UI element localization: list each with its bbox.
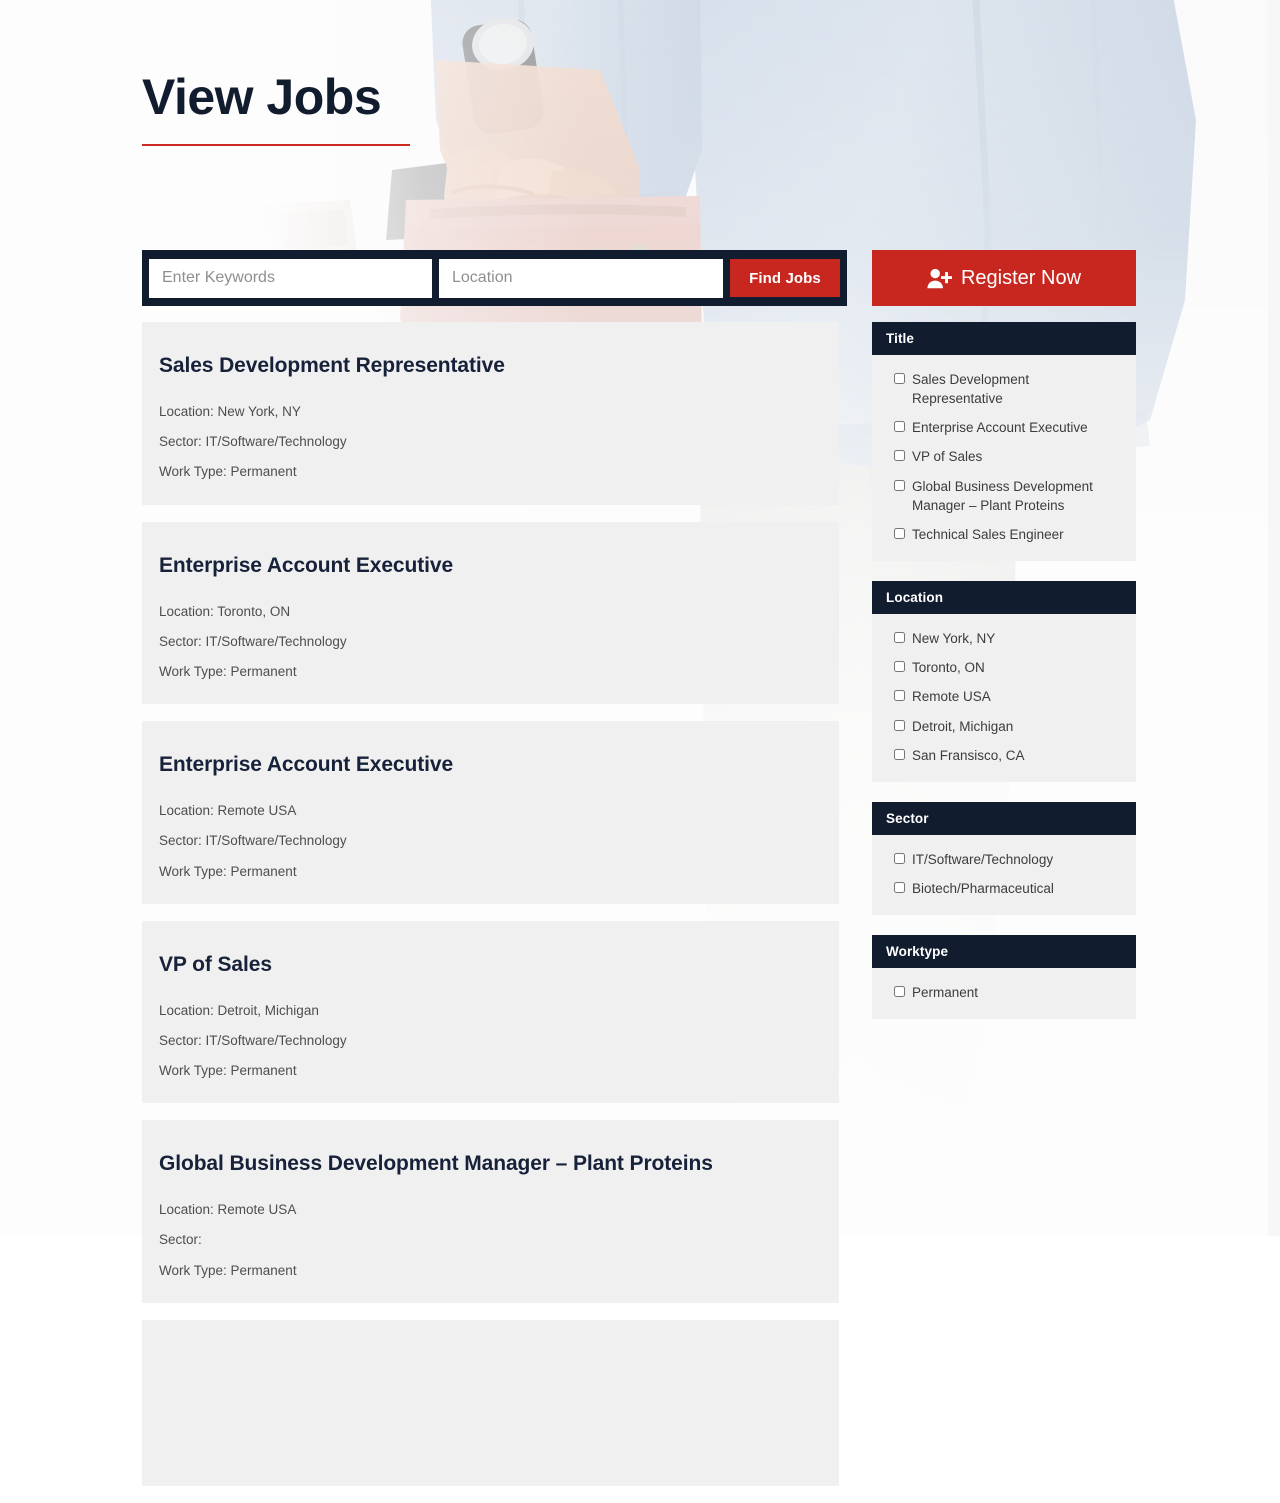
job-card[interactable]: VP of Sales Location: Detroit, Michigan Se…	[142, 920, 839, 1104]
job-card[interactable]	[142, 1319, 839, 1486]
filter-option-row[interactable]: Enterprise Account Executive	[882, 413, 1126, 442]
job-title-link[interactable]: Enterprise Account Executive	[159, 753, 822, 777]
job-card[interactable]: Enterprise Account Executive Location: To…	[142, 521, 839, 705]
filter-checkbox[interactable]	[894, 450, 905, 462]
filter-option-label: Enterprise Account Executive	[912, 420, 1088, 436]
filter-checkbox[interactable]	[894, 479, 905, 491]
filter-checkbox[interactable]	[894, 882, 905, 894]
job-title-link[interactable]: Sales Development Representative	[159, 354, 822, 378]
filter-group: Location New York, NY Toronto, ON Remote US…	[872, 581, 1136, 782]
job-card[interactable]: Enterprise Account Executive Location: Re…	[142, 721, 839, 904]
register-now-label: Register Now	[960, 266, 1082, 289]
filter-option-label: Global Business Development Manager – Pl…	[912, 478, 1093, 513]
filter-group: Worktype Permanent	[872, 935, 1136, 1020]
job-card[interactable]: Sales Development Representative Location…	[142, 322, 839, 505]
location-input[interactable]	[439, 258, 723, 298]
job-worktype: Work Type: Permanent	[159, 1262, 297, 1278]
job-worktype: Work Type: Permanent	[159, 464, 297, 480]
filter-option-row[interactable]: Sales Development Representative	[882, 365, 1126, 413]
job-worktype: Work Type: Permanent	[159, 863, 297, 879]
job-title-link[interactable]: Enterprise Account Executive	[159, 554, 822, 578]
job-location: Location: New York, NY	[159, 404, 301, 419]
filter-option-label: San Fransisco, CA	[912, 747, 1025, 763]
filter-checkbox[interactable]	[894, 527, 905, 539]
filter-option-row[interactable]: IT/Software/Technology	[882, 845, 1126, 874]
filter-option-row[interactable]: New York, NY	[882, 624, 1126, 653]
job-sector: Sector: IT/Software/Technology	[159, 633, 347, 649]
job-sector: Sector: IT/Software/Technology	[159, 833, 347, 849]
filter-checkbox[interactable]	[894, 632, 905, 644]
filter-checkbox[interactable]	[894, 719, 905, 731]
filter-option-label: VP of Sales	[912, 449, 983, 465]
filter-option-label: Toronto, ON	[912, 660, 985, 676]
filter-checkbox[interactable]	[894, 986, 905, 998]
filter-option-row[interactable]: Permanent	[882, 978, 1126, 1007]
job-results-list: Sales Development Representative Location…	[142, 322, 839, 1503]
filter-group: Sector IT/Software/Technology Biotech/Phar…	[872, 801, 1136, 916]
filter-option-label: New York, NY	[912, 631, 996, 647]
job-location: Location: Detroit, Michigan	[159, 1002, 319, 1018]
filters-sidebar: Title Sales Development Representative Ent…	[872, 322, 1136, 1039]
filter-group-body: New York, NY Toronto, ON Remote USA Detroit…	[872, 614, 1136, 782]
filter-option-label: IT/Software/Technology	[912, 851, 1054, 867]
job-search-bar: Find Jobs	[142, 250, 847, 306]
filter-checkbox[interactable]	[894, 690, 905, 702]
filter-option-row[interactable]: Biotech/Pharmaceutical	[882, 874, 1126, 903]
filter-checkbox[interactable]	[894, 373, 905, 384]
filter-option-row[interactable]: Global Business Development Manager – Pl…	[882, 472, 1126, 520]
filter-option-label: Technical Sales Engineer	[912, 526, 1064, 542]
page-header: View Jobs	[142, 72, 410, 146]
filter-group-heading: Worktype	[872, 935, 1136, 969]
filter-group-heading: Sector	[872, 801, 1136, 835]
job-location: Location: Remote USA	[159, 1202, 297, 1218]
filter-option-label: Biotech/Pharmaceutical	[912, 881, 1054, 897]
job-location: Location: Remote USA	[159, 803, 297, 819]
filter-option-label: Detroit, Michigan	[912, 718, 1014, 734]
filter-option-row[interactable]: Toronto, ON	[882, 653, 1126, 682]
job-sector: Sector: IT/Software/Technology	[159, 1032, 347, 1048]
filter-group: Title Sales Development Representative Ent…	[872, 322, 1136, 562]
filter-checkbox[interactable]	[894, 661, 905, 673]
filter-checkbox[interactable]	[894, 748, 905, 760]
filter-group-body: Permanent	[872, 968, 1136, 1020]
page-root: View Jobs Find Jobs Register Now Sales D…	[0, 0, 1280, 1486]
job-title-link[interactable]: VP of Sales	[159, 953, 822, 977]
job-sector: Sector: IT/Software/Technology	[159, 434, 347, 450]
filter-group-body: IT/Software/Technology Biotech/Pharmaceut…	[872, 834, 1136, 916]
find-jobs-button[interactable]: Find Jobs	[730, 259, 840, 297]
filter-option-label: Sales Development Representative	[912, 372, 1030, 407]
filter-group-body: Sales Development Representative Enterpri…	[872, 355, 1136, 562]
filter-option-label: Permanent	[912, 985, 979, 1001]
job-card[interactable]: Global Business Development Manager – Pl…	[142, 1120, 839, 1303]
filter-group-heading: Title	[872, 322, 1136, 355]
keywords-input[interactable]	[149, 258, 432, 298]
filter-option-row[interactable]: Technical Sales Engineer	[882, 520, 1126, 549]
filter-checkbox[interactable]	[894, 421, 905, 433]
filter-option-row[interactable]: Remote USA	[882, 682, 1126, 711]
filter-option-row[interactable]: San Fransisco, CA	[882, 741, 1126, 770]
user-plus-icon	[927, 268, 952, 289]
register-now-button[interactable]: Register Now	[872, 250, 1136, 306]
filter-group-heading: Location	[872, 581, 1136, 615]
filter-option-row[interactable]: Detroit, Michigan	[882, 712, 1126, 741]
job-worktype: Work Type: Permanent	[159, 663, 297, 679]
title-underline-rule	[142, 144, 410, 146]
job-location: Location: Toronto, ON	[159, 603, 291, 619]
filter-option-label: Remote USA	[912, 689, 991, 705]
filter-checkbox[interactable]	[894, 852, 905, 864]
filter-option-row[interactable]: VP of Sales	[882, 442, 1126, 471]
page-title: View Jobs	[142, 69, 382, 125]
job-title-link[interactable]: Global Business Development Manager – Pl…	[159, 1152, 822, 1176]
job-sector: Sector:	[159, 1232, 202, 1248]
job-worktype: Work Type: Permanent	[159, 1063, 297, 1079]
